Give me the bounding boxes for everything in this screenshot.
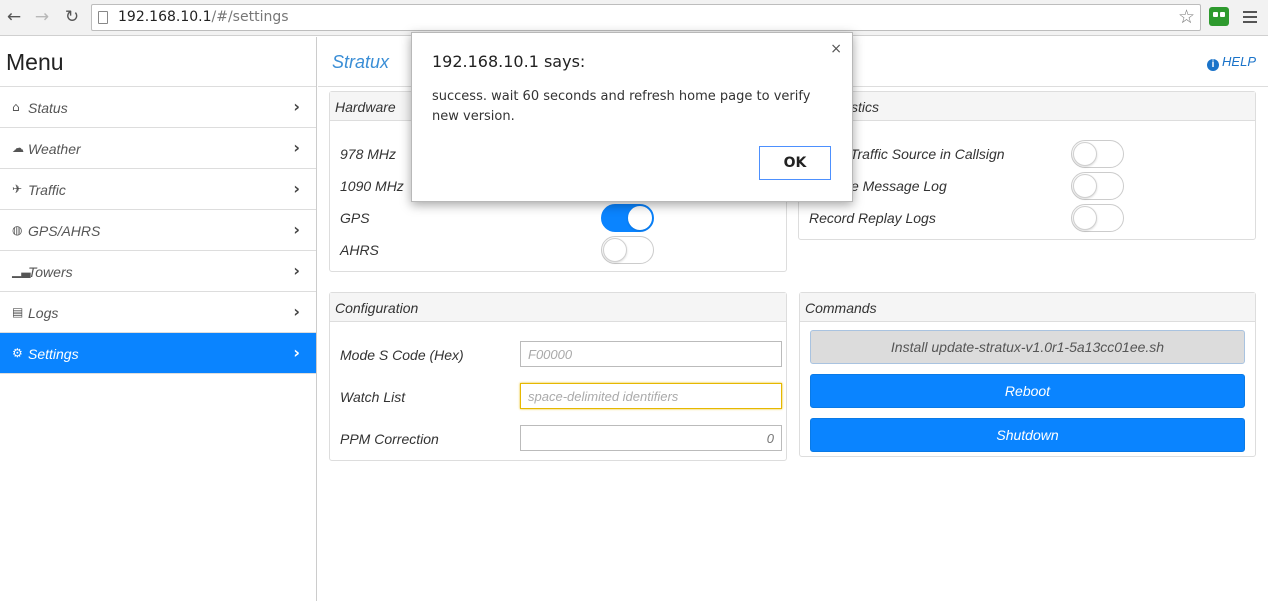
forward-arrow-icon[interactable]: → — [31, 6, 53, 28]
ahrs-toggle[interactable] — [601, 236, 654, 264]
sidebar-item-label: Status — [28, 100, 68, 116]
reboot-button[interactable]: Reboot — [810, 374, 1245, 408]
url-text[interactable]: 192.168.10.1/#/settings — [118, 9, 289, 25]
sidebar-item-label: GPS/AHRS — [28, 223, 101, 239]
sidebar-item-gps-ahrs[interactable]: ◍ GPS/AHRS › — [0, 210, 316, 251]
chevron-right-icon: › — [293, 138, 300, 157]
toggle-knob — [603, 238, 627, 262]
globe-icon: ◍ — [12, 223, 23, 237]
sidebar-item-weather[interactable]: ☁ Weather › — [0, 128, 316, 169]
gear-icon: ⚙ — [12, 346, 23, 360]
sidebar-item-status[interactable]: ⌂ Status › — [0, 87, 316, 128]
row-label-message-log: e Message Log — [851, 178, 947, 194]
dialog-message: success. wait 60 seconds and refresh hom… — [432, 89, 811, 124]
sidebar-item-label: Weather — [28, 141, 81, 157]
ppm-input[interactable] — [520, 425, 782, 451]
home-icon: ⌂ — [12, 100, 20, 114]
mode-s-label: Mode S Code (Hex) — [340, 347, 464, 363]
sidebar-item-label: Logs — [28, 305, 59, 321]
browser-menu-icon[interactable] — [1243, 11, 1257, 23]
chevron-right-icon: › — [293, 302, 300, 321]
install-update-button[interactable]: Install update-stratux-v1.0r1-5a13cc01ee… — [810, 330, 1245, 364]
address-bar[interactable]: 192.168.10.1/#/settings ☆ — [91, 4, 1201, 31]
toggle-knob — [628, 206, 652, 230]
sidebar: Menu ⌂ Status › ☁ Weather › ✈ Traffic › … — [0, 37, 317, 601]
ppm-label: PPM Correction — [340, 431, 439, 447]
toggle-knob — [1073, 174, 1097, 198]
message-log-toggle[interactable] — [1071, 172, 1124, 200]
shutdown-button[interactable]: Shutdown — [810, 418, 1245, 452]
row-label-ahrs: AHRS — [340, 242, 379, 258]
sidebar-title: Menu — [0, 37, 316, 87]
dialog-title: 192.168.10.1 says: — [432, 52, 586, 71]
sidebar-item-label: Settings — [28, 346, 79, 362]
brand-title[interactable]: Stratux — [332, 52, 389, 73]
sidebar-item-towers[interactable]: ▁▃ Towers › — [0, 251, 316, 292]
url-path: /#/settings — [211, 9, 289, 25]
row-label-traffic-source: Traffic Source in Callsign — [850, 146, 1005, 162]
ok-button[interactable]: OK — [759, 146, 831, 180]
diagnostics-panel: stics Traffic Source in Callsign e Messa… — [798, 91, 1256, 240]
page-icon — [98, 11, 108, 24]
configuration-panel-title: Configuration — [330, 293, 786, 322]
row-label-replay-logs: Record Replay Logs — [809, 210, 936, 226]
help-label: HELP — [1222, 54, 1256, 69]
browser-toolbar: ← → ↻ 192.168.10.1/#/settings ☆ — [0, 0, 1268, 36]
plane-icon: ✈ — [12, 182, 23, 196]
gps-toggle[interactable] — [601, 204, 654, 232]
diagnostics-panel-title: stics — [799, 92, 1255, 121]
toggle-knob — [1073, 206, 1097, 230]
watch-list-label: Watch List — [340, 389, 406, 405]
chevron-right-icon: › — [293, 343, 300, 362]
watch-list-input[interactable] — [520, 383, 782, 409]
sidebar-item-traffic[interactable]: ✈ Traffic › — [0, 169, 316, 210]
url-host: 192.168.10.1 — [118, 9, 212, 25]
replay-logs-toggle[interactable] — [1071, 204, 1124, 232]
sidebar-item-label: Traffic — [28, 182, 66, 198]
sidebar-item-label: Towers — [28, 264, 73, 280]
reload-icon[interactable]: ↻ — [61, 6, 83, 28]
back-arrow-icon[interactable]: ← — [3, 6, 25, 28]
chevron-right-icon: › — [293, 261, 300, 280]
mode-s-input[interactable] — [520, 341, 782, 367]
row-label-978: 978 MHz — [340, 146, 397, 162]
document-icon: ▤ — [12, 305, 24, 319]
close-icon[interactable]: × — [830, 41, 842, 57]
signal-icon: ▁▃ — [12, 264, 31, 278]
info-icon: i — [1207, 59, 1220, 71]
configuration-panel: Configuration Mode S Code (Hex) Watch Li… — [329, 292, 787, 461]
commands-panel-title: Commands — [800, 293, 1255, 322]
extension-icon[interactable] — [1209, 7, 1229, 26]
sidebar-item-logs[interactable]: ▤ Logs › — [0, 292, 316, 333]
traffic-source-toggle[interactable] — [1071, 140, 1124, 168]
cloud-icon: ☁ — [12, 141, 24, 155]
help-link[interactable]: i HELP — [1207, 54, 1256, 71]
alert-dialog: 192.168.10.1 says: × success. wait 60 se… — [411, 32, 853, 202]
row-label-1090: 1090 MHz — [340, 178, 404, 194]
chevron-right-icon: › — [293, 97, 300, 116]
sidebar-item-settings[interactable]: ⚙ Settings › — [0, 333, 316, 374]
chevron-right-icon: › — [293, 220, 300, 239]
toggle-knob — [1073, 142, 1097, 166]
bookmark-star-icon[interactable]: ☆ — [1178, 6, 1195, 28]
commands-panel: Commands Install update-stratux-v1.0r1-5… — [799, 292, 1256, 457]
chevron-right-icon: › — [293, 179, 300, 198]
row-label-gps: GPS — [340, 210, 370, 226]
